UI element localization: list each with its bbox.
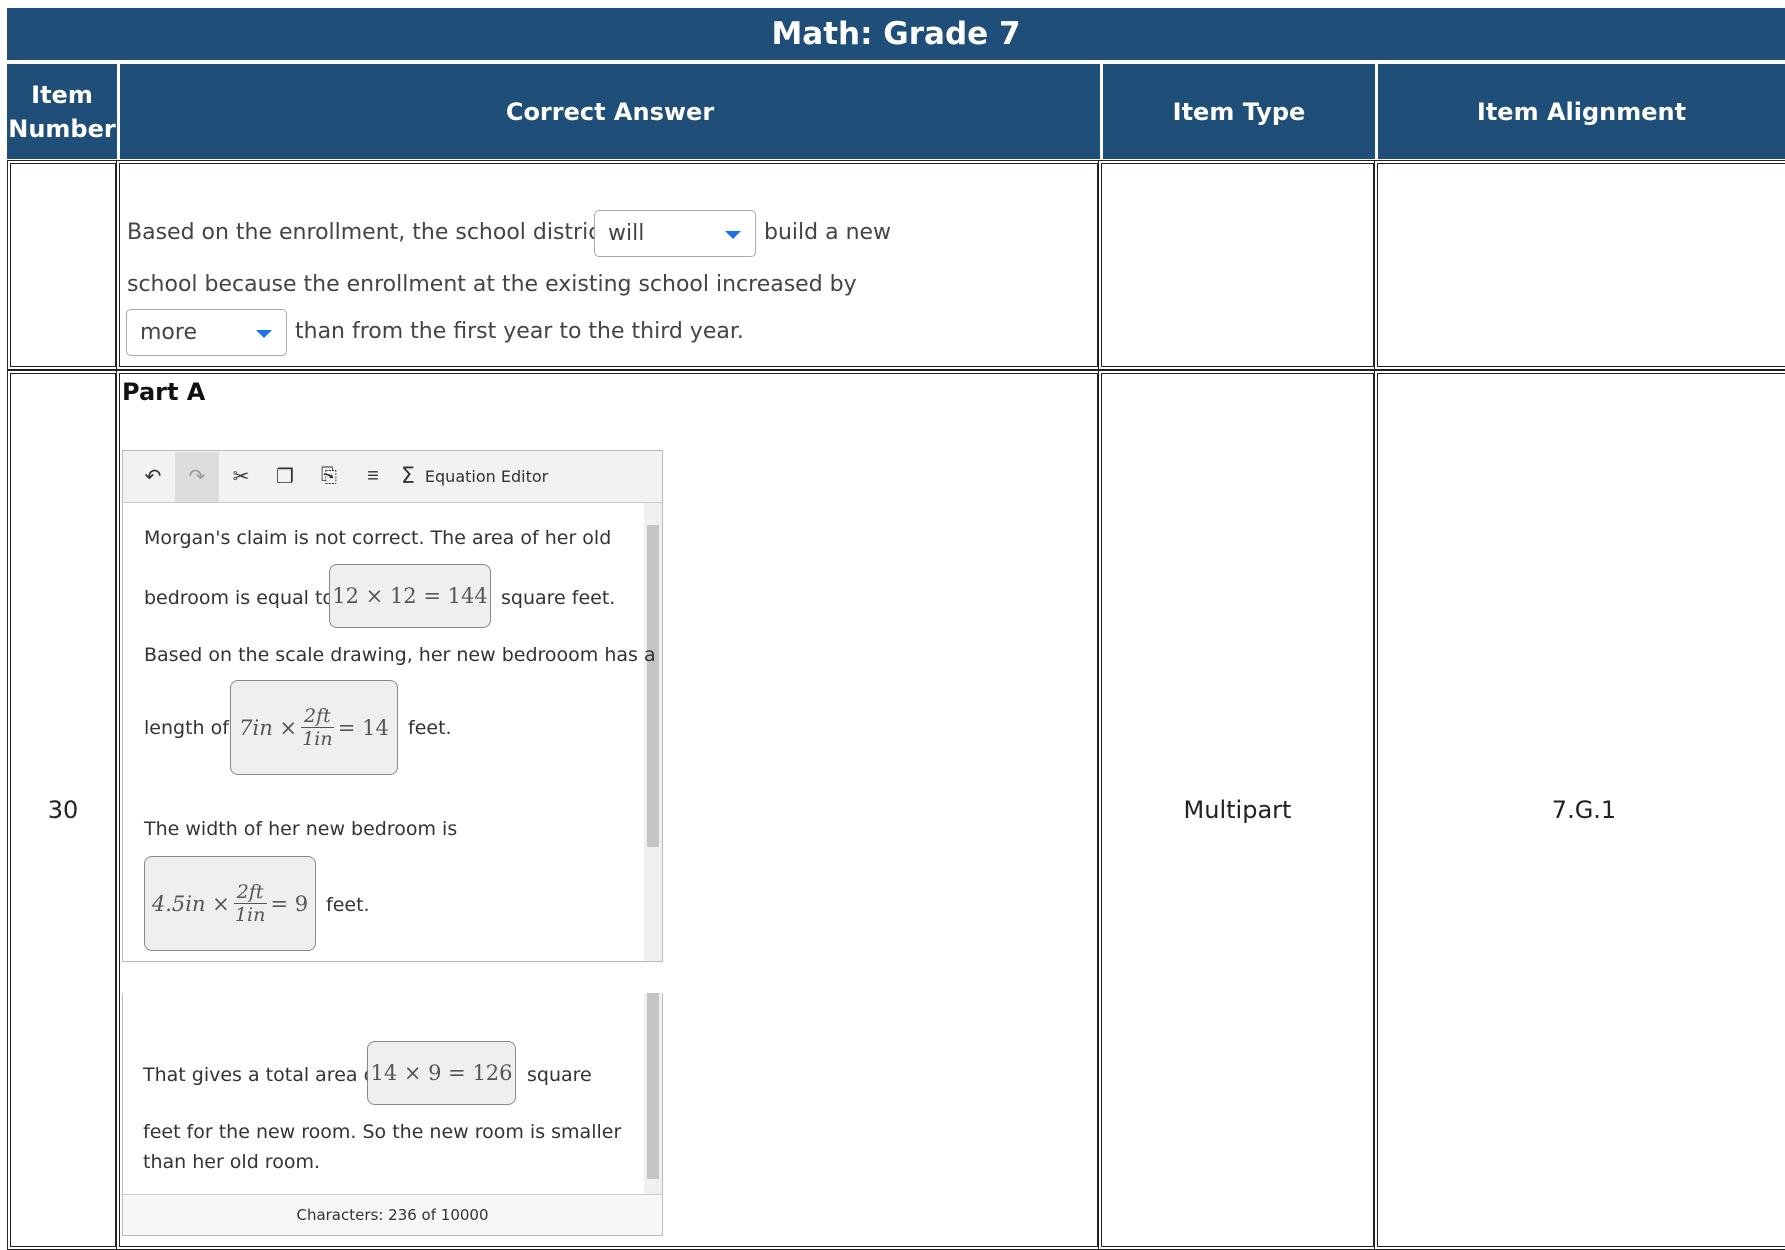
table-title: Math: Grade 7 xyxy=(7,8,1785,62)
editor-scrollbar-lower[interactable] xyxy=(644,993,662,1196)
math-width-right: = 9 xyxy=(270,891,309,916)
dropdown-will[interactable]: will xyxy=(594,210,756,257)
row1-item-number-cell xyxy=(7,160,119,370)
header-item-number: Item Number xyxy=(7,64,117,159)
sentence-part-2: build a new xyxy=(764,220,892,245)
header-correct-answer: Correct Answer xyxy=(120,64,1100,159)
row2-item-number-cell: 30 xyxy=(7,370,119,1250)
equation-editor-label: Equation Editor xyxy=(424,467,549,486)
item-type: Multipart xyxy=(1183,796,1292,824)
undo-icon[interactable]: ↶ xyxy=(131,452,175,502)
header-item-type: Item Type xyxy=(1103,64,1375,159)
dropdown-more-value: more xyxy=(140,320,197,345)
response-editor-continued[interactable]: That gives a total area of 14 × 9 = 126 … xyxy=(122,993,663,1236)
item-number: 30 xyxy=(47,796,79,824)
character-count: Characters: 236 of 10000 xyxy=(123,1194,662,1235)
dropdown-more[interactable]: more xyxy=(126,309,287,356)
math-old-area: 12 × 12 = 144 xyxy=(332,584,488,608)
editor-line-3: Based on the scale drawing, her new bedr… xyxy=(144,644,656,666)
editor-line-6: feet. xyxy=(326,894,370,916)
math-length-fraction: 2ft 1in xyxy=(301,705,334,750)
editor-line-5: The width of her new bedroom is xyxy=(144,818,458,840)
math-length-right: = 14 xyxy=(337,715,389,740)
fraction-denominator: 1in xyxy=(302,728,333,750)
math-length-left: 7in × xyxy=(239,715,298,740)
sigma-icon: Σ xyxy=(401,464,415,489)
redo-icon[interactable]: ↷ xyxy=(175,451,219,502)
editor-toolbar: ↶ ↷ ✂ ❐ ⎘ ≡ Σ Equation Editor xyxy=(123,451,662,503)
dropdown-will-value: will xyxy=(608,221,645,246)
editor-scrollbar[interactable] xyxy=(644,503,662,961)
row1-item-type-cell xyxy=(1098,160,1377,370)
fraction-numerator: 2ft xyxy=(233,881,267,904)
math-width-fraction: 2ft 1in xyxy=(233,881,267,926)
equation-editor-button[interactable]: Σ Equation Editor xyxy=(401,464,548,489)
editor-line-4a: length of xyxy=(144,717,229,739)
editor-line-9: than her old room. xyxy=(143,1151,320,1173)
response-editor[interactable]: ↶ ↷ ✂ ❐ ⎘ ≡ Σ Equation Editor Morgan's c… xyxy=(122,450,663,962)
editor-line-2a: bedroom is equal to xyxy=(144,587,335,609)
chevron-down-icon xyxy=(256,330,272,338)
editor-line-1: Morgan's claim is not correct. The area … xyxy=(144,527,612,549)
editor-line-7a: That gives a total area of xyxy=(143,1064,382,1086)
part-label: Part A xyxy=(122,378,206,406)
math-width-left: 4.5in × xyxy=(151,891,230,916)
fraction-denominator: 1in xyxy=(234,904,266,926)
math-box-length[interactable]: 7in × 2ft 1in = 14 xyxy=(230,680,398,775)
item-alignment: 7.G.1 xyxy=(1551,796,1617,824)
paste-icon[interactable]: ⎘ xyxy=(307,452,351,502)
editor-line-4b: feet. xyxy=(408,717,452,739)
sentence-part-3: than from the first year to the third ye… xyxy=(295,319,744,344)
insert-line-icon[interactable]: ≡ xyxy=(351,452,395,502)
math-new-area: 14 × 9 = 126 xyxy=(370,1061,513,1085)
math-box-width[interactable]: 4.5in × 2ft 1in = 9 xyxy=(144,856,316,951)
sentence-part-1: Based on the enrollment, the school dist… xyxy=(127,220,609,245)
header-item-alignment: Item Alignment xyxy=(1378,64,1785,159)
row2-item-type-cell: Multipart xyxy=(1098,370,1377,1250)
math-box-old-area[interactable]: 12 × 12 = 144 xyxy=(329,564,491,628)
scrollbar-thumb[interactable] xyxy=(647,525,659,847)
editor-line-7b: square xyxy=(527,1064,592,1086)
fraction-numerator: 2ft xyxy=(301,705,334,728)
editor-line-8: feet for the new room. So the new room i… xyxy=(143,1121,622,1143)
row1-item-alignment-cell xyxy=(1374,160,1785,370)
cut-icon[interactable]: ✂ xyxy=(219,452,263,502)
editor-line-2b: square feet. xyxy=(501,587,616,609)
scrollbar-thumb-lower[interactable] xyxy=(647,993,659,1179)
row2-item-alignment-cell: 7.G.1 xyxy=(1374,370,1785,1250)
sentence-line-2: school because the enrollment at the exi… xyxy=(127,272,857,297)
chevron-down-icon xyxy=(725,231,741,239)
math-box-new-area[interactable]: 14 × 9 = 126 xyxy=(367,1041,516,1105)
copy-icon[interactable]: ❐ xyxy=(263,452,307,502)
